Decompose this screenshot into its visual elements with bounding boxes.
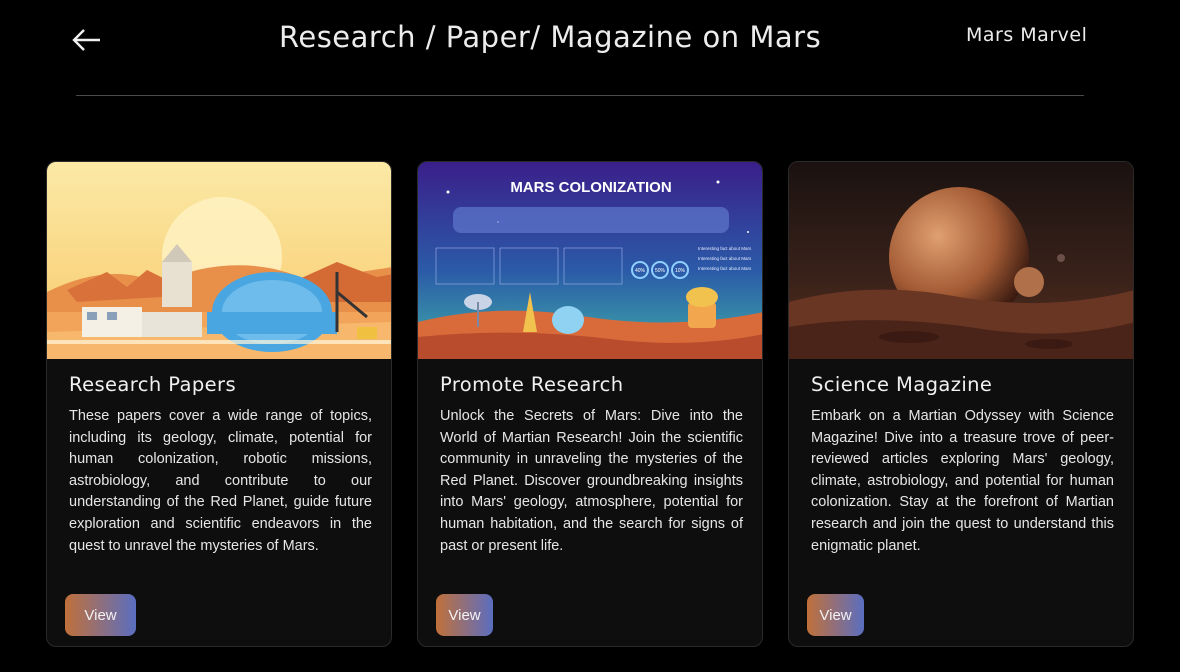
mars-planet-landscape [789, 162, 1133, 359]
header: Research / Paper/ Magazine on Mars Mars … [0, 0, 1180, 96]
card-research-papers: Research Papers These papers cover a wid… [46, 161, 392, 647]
arrow-left-icon[interactable] [70, 26, 104, 54]
card-description: These papers cover a wide range of topic… [69, 408, 372, 554]
view-button[interactable]: View [807, 594, 864, 636]
svg-text:Interesting fact about Mars: Interesting fact about Mars [698, 266, 752, 271]
mars-base-illustration [47, 162, 391, 359]
card-title: Science Magazine [811, 373, 993, 396]
svg-text:Interesting fact about Mars: Interesting fact about Mars [698, 246, 752, 251]
card-science-magazine: Science Magazine Embark on a Martian Ody… [788, 161, 1134, 647]
card-title: Promote Research [440, 373, 624, 396]
view-button[interactable]: View [436, 594, 493, 636]
mars-colonization-infographic: MARS COLONIZATION 40% 50% 10% Interestin… [418, 162, 762, 359]
infographic-heading: MARS COLONIZATION [510, 179, 671, 196]
card-description: Unlock the Secrets of Mars: Dive into th… [440, 408, 743, 554]
header-divider [76, 95, 1084, 96]
svg-text:Interesting fact about Mars: Interesting fact about Mars [698, 256, 752, 261]
card-promote-research: MARS COLONIZATION 40% 50% 10% Interestin… [417, 161, 763, 647]
card-title: Research Papers [69, 373, 237, 396]
card-description: Embark on a Martian Odyssey with Science… [811, 408, 1114, 554]
svg-text:10%: 10% [675, 268, 686, 274]
brand-name[interactable]: Mars Marvel [966, 24, 1087, 46]
svg-text:40%: 40% [635, 268, 646, 274]
view-button[interactable]: View [65, 594, 136, 636]
page-title: Research / Paper/ Magazine on Mars [279, 20, 822, 54]
svg-text:50%: 50% [655, 268, 666, 274]
